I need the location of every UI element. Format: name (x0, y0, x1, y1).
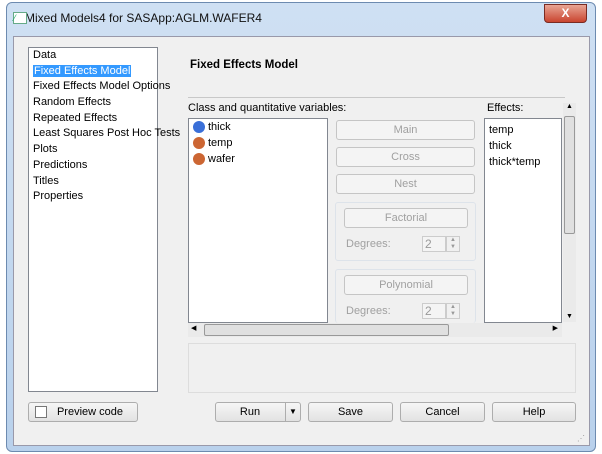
nav-label: Repeated Effects (33, 111, 118, 124)
close-button[interactable]: X (544, 4, 587, 23)
nest-button[interactable]: Nest (336, 174, 475, 194)
app-icon: ⁄ (13, 12, 27, 24)
polynomial-degrees-spinner[interactable]: 2 (422, 303, 446, 319)
run-button[interactable]: Run ▼ (215, 402, 301, 422)
title-bar: ⁄ Mixed Models4 for SASApp:AGLM.WAFER4 (13, 11, 262, 25)
cancel-button[interactable]: Cancel (400, 402, 485, 422)
scroll-thumb[interactable] (204, 324, 449, 336)
variable-name: thick (208, 121, 231, 133)
run-label: Run (239, 406, 261, 418)
degrees-label: Degrees: (346, 238, 391, 250)
nav-label: Predictions (33, 158, 88, 171)
effects-label: Effects: (487, 102, 524, 114)
nav-label: Data (33, 49, 57, 61)
scroll-down-icon[interactable]: ▼ (563, 313, 576, 320)
nav-item-plots[interactable]: Plots (29, 142, 157, 158)
preview-label: Preview code (56, 406, 124, 418)
horizontal-scrollbar[interactable]: ◀ ▶ (188, 323, 562, 337)
nav-label: Properties (33, 190, 84, 203)
degrees-label: Degrees: (346, 305, 391, 317)
variable-name: temp (208, 137, 233, 149)
factorial-degrees-spinner[interactable]: 2 (422, 236, 446, 252)
main-button[interactable]: Main (336, 120, 475, 140)
effect-item[interactable]: thick*temp (489, 154, 557, 170)
scroll-right-icon[interactable]: ▶ (553, 324, 558, 332)
variable-item[interactable]: wafer (189, 151, 327, 167)
window-title: Mixed Models4 for SASApp:AGLM.WAFER4 (25, 11, 262, 25)
nav-label: Fixed Effects Model (33, 64, 132, 77)
preview-icon (35, 406, 47, 418)
nav-item-data[interactable]: Data (29, 48, 157, 64)
vertical-scrollbar[interactable]: ▲ ▼ (563, 103, 576, 322)
preview-code-button[interactable]: Preview code (28, 402, 138, 422)
dialog-window: ⁄ Mixed Models4 for SASApp:AGLM.WAFER4 X … (6, 2, 596, 452)
spinner-arrows-icon[interactable]: ▲ ▼ (446, 303, 460, 319)
variables-list[interactable]: thick temp wafer (188, 118, 328, 323)
variable-item[interactable]: temp (189, 135, 327, 151)
nav-item-repeated-effects[interactable]: Repeated Effects (29, 111, 157, 127)
nav-item-least-squares[interactable]: Least Squares Post Hoc Tests (29, 126, 180, 142)
run-dropdown-icon[interactable]: ▼ (285, 403, 300, 421)
variable-item[interactable]: thick (189, 119, 327, 135)
nav-label: Titles (33, 174, 59, 187)
help-button[interactable]: Help (492, 402, 576, 422)
scroll-left-icon[interactable]: ◀ (191, 324, 196, 332)
effect-item[interactable]: temp (489, 122, 557, 138)
cross-button[interactable]: Cross (336, 147, 475, 167)
resize-grip-icon[interactable]: ⋰ (577, 434, 585, 443)
nav-label: Fixed Effects Model Options (33, 80, 171, 93)
effects-list[interactable]: temp thick thick*temp (484, 118, 562, 323)
nav-item-random-effects[interactable]: Random Effects (29, 95, 157, 111)
effect-item[interactable]: thick (489, 138, 557, 154)
variables-label: Class and quantitative variables: (188, 102, 347, 114)
quantitative-variable-icon (193, 121, 205, 133)
nav-label: Plots (33, 143, 58, 156)
class-variable-icon (193, 153, 205, 165)
scroll-thumb[interactable] (564, 116, 575, 234)
nav-item-fixed-effects-options[interactable]: Fixed Effects Model Options (29, 79, 170, 95)
scroll-up-icon[interactable]: ▲ (563, 103, 576, 110)
save-button[interactable]: Save (308, 402, 393, 422)
nav-item-fixed-effects-model[interactable]: Fixed Effects Model (29, 64, 157, 80)
dialog-body: Data Fixed Effects Model Fixed Effects M… (13, 36, 590, 446)
variable-name: wafer (208, 153, 235, 165)
page-title: Fixed Effects Model (190, 59, 298, 71)
divider (188, 97, 565, 98)
polynomial-group: Polynomial Degrees: 2 ▲ ▼ (335, 269, 476, 323)
description-area (188, 343, 576, 393)
class-variable-icon (193, 137, 205, 149)
nav-item-properties[interactable]: Properties (29, 189, 157, 205)
factorial-button[interactable]: Factorial (344, 208, 468, 228)
factorial-group: Factorial Degrees: 2 ▲ ▼ (335, 202, 476, 261)
nav-list[interactable]: Data Fixed Effects Model Fixed Effects M… (28, 47, 180, 392)
nav-item-titles[interactable]: Titles (29, 174, 157, 190)
polynomial-button[interactable]: Polynomial (344, 275, 468, 295)
spinner-arrows-icon[interactable]: ▲ ▼ (446, 236, 460, 252)
nav-label: Least Squares Post Hoc Tests (33, 127, 181, 140)
nav-item-predictions[interactable]: Predictions (29, 158, 157, 174)
nav-label: Random Effects (33, 96, 112, 109)
